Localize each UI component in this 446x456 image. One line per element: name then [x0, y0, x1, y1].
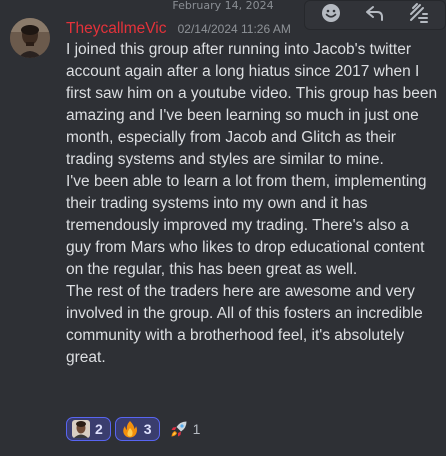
fire-emoji-icon [121, 420, 139, 438]
custom-face-emoji-icon [72, 420, 90, 438]
reply-button[interactable] [361, 1, 389, 29]
create-thread-button[interactable] [405, 1, 433, 29]
reaction-count: 3 [143, 421, 152, 437]
message-paragraph: I joined this group after running into J… [66, 41, 438, 168]
message-header: TheycallmeVic 02/14/2024 11:26 AM [66, 17, 291, 39]
thread-icon [408, 2, 430, 28]
message-content: I joined this group after running into J… [66, 39, 438, 369]
add-reaction-icon [320, 2, 342, 28]
rocket-emoji-icon [170, 420, 188, 438]
reactions-bar: 2 3 1 [66, 417, 208, 441]
reaction-count: 1 [192, 421, 201, 437]
message-timestamp: 02/14/2024 11:26 AM [177, 22, 291, 36]
message-actions-toolbar [304, 0, 446, 30]
chat-message: TheycallmeVic 02/14/2024 11:26 AM I join… [0, 0, 446, 456]
reaction-rocket[interactable]: 1 [164, 417, 209, 441]
add-reaction-button[interactable] [317, 1, 345, 29]
reaction-custom-face[interactable]: 2 [66, 417, 111, 441]
message-paragraph: The rest of the traders here are awesome… [66, 283, 423, 366]
reaction-count: 2 [95, 421, 103, 437]
message-paragraph: I've been able to learn a lot from them,… [66, 173, 427, 278]
reaction-fire[interactable]: 3 [114, 417, 160, 441]
username[interactable]: TheycallmeVic [66, 20, 167, 37]
user-avatar[interactable] [10, 18, 50, 58]
reply-icon [364, 2, 386, 28]
